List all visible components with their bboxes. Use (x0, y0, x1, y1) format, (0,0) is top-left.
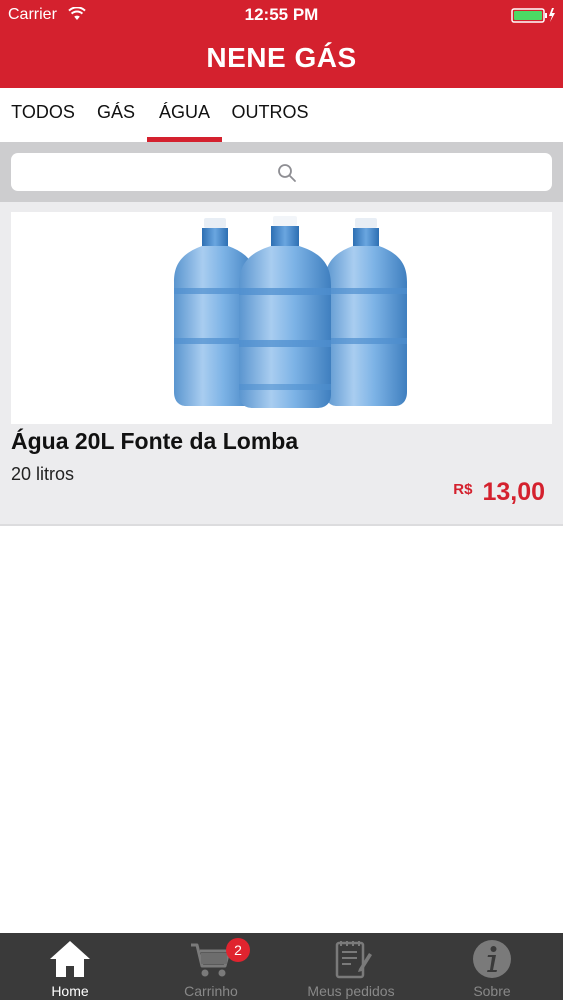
nav-home[interactable]: Home (0, 933, 140, 1000)
tab-gas[interactable]: GÁS (90, 88, 142, 142)
nav-label: Home (51, 983, 89, 999)
water-gallon-bottles-image (174, 216, 407, 408)
tab-todos[interactable]: TODOS (6, 88, 80, 142)
cart-count-badge: 2 (226, 938, 250, 962)
tab-agua[interactable]: ÁGUA (147, 88, 222, 142)
app-header: Carrier 12:55 PM NENE GÁS (0, 0, 563, 88)
nav-label: Carrinho (184, 983, 238, 999)
search-input[interactable] (11, 153, 552, 191)
app-title: NENE GÁS (206, 42, 357, 73)
product-name: Água 20L Fonte da Lomba (11, 428, 299, 454)
home-icon (50, 941, 90, 977)
nav-about[interactable]: Sobre (422, 933, 562, 1000)
bottom-tab-bar: Home Carrinho Meus pedidos Sobre (0, 933, 563, 1000)
nav-label: Sobre (473, 983, 511, 999)
tab-label: TODOS (11, 102, 75, 122)
nav-label: Meus pedidos (307, 983, 395, 999)
status-bar: Carrier 12:55 PM (0, 0, 563, 30)
nav-cart[interactable]: Carrinho (141, 933, 281, 1000)
bottle-right (325, 218, 407, 406)
battery-icon (511, 8, 555, 23)
product-image (11, 212, 552, 424)
product-card[interactable]: Água 20L Fonte da Lomba 20 litros R$ 13,… (0, 202, 563, 526)
orders-icon (335, 941, 372, 979)
info-icon (473, 940, 511, 978)
product-price: R$ 13,00 (453, 478, 545, 507)
tab-label: GÁS (96, 102, 135, 122)
tab-label: OUTROS (231, 102, 309, 122)
product-description: 20 litros (11, 464, 75, 484)
category-tabs: TODOS GÁS ÁGUA OUTROS (0, 88, 563, 142)
tab-outros[interactable]: OUTROS (228, 88, 312, 142)
search-icon (278, 164, 296, 182)
bottle-center (239, 216, 331, 408)
price-amount: 13,00 (482, 478, 545, 506)
search-bar (0, 142, 563, 202)
price-currency: R$ (453, 481, 473, 498)
status-clock: 12:55 PM (244, 5, 319, 24)
nav-orders[interactable]: Meus pedidos (281, 933, 421, 1000)
tab-label: ÁGUA (158, 102, 210, 122)
